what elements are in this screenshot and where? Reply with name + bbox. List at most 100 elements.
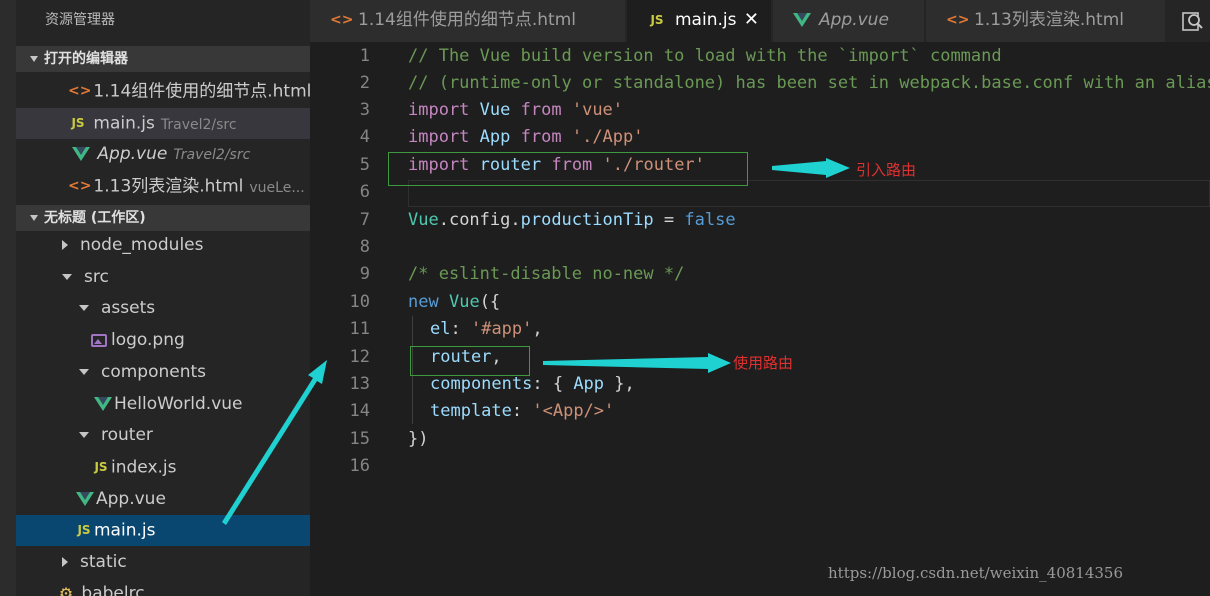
code-token: Vue: [479, 100, 511, 120]
code-line-10: new Vue({: [408, 289, 500, 316]
js-icon: JS: [77, 523, 91, 537]
tree-file-index-js[interactable]: JS index.js: [16, 452, 310, 483]
tree-folder-static[interactable]: static: [16, 547, 310, 578]
open-editor-name: 1.13列表渲染.html: [93, 176, 244, 197]
tree-folder-router[interactable]: router: [16, 420, 310, 451]
vue-icon: [793, 13, 811, 27]
workspace-header[interactable]: 无标题 (工作区): [16, 205, 310, 231]
tree-item-label: logo.png: [111, 330, 185, 350]
tree-item-label: .babelrc: [76, 583, 145, 596]
tree-item-label: components: [101, 362, 207, 382]
tab-1-14-html[interactable]: <> 1.14组件使用的细节点.html: [310, 0, 626, 42]
chevron-right-icon: [62, 557, 68, 567]
tab-label: main.js: [675, 10, 737, 30]
line-number: 16: [349, 456, 370, 476]
open-editor-item-1-13-html[interactable]: <> 1.13列表渲染.html vueLe...: [16, 171, 310, 202]
tree-file-helloworld-vue[interactable]: HelloWorld.vue: [16, 389, 310, 420]
tab-label: 1.14组件使用的细节点.html: [358, 10, 576, 30]
code-line-3: import Vue from 'vue': [408, 97, 623, 124]
image-file-icon: [91, 333, 107, 347]
close-icon[interactable]: ✕: [744, 0, 759, 40]
html-icon: <>: [68, 178, 92, 194]
code-editor[interactable]: 1 2 3 4 5 6 7 8 9 10 11 12 13 14 15 16 /…: [310, 42, 1210, 596]
code-token: App: [479, 127, 511, 147]
tree-item-label: main.js: [94, 520, 156, 541]
code-token: template: [430, 401, 512, 421]
chevron-down-icon: [30, 56, 38, 62]
search-icon[interactable]: [1180, 8, 1206, 34]
line-number: 11: [349, 319, 370, 339]
code-token: false: [684, 210, 736, 230]
code-token: el: [430, 319, 451, 339]
editor-tab-bar: <> 1.14组件使用的细节点.html JS main.js ✕ App.vue …: [310, 0, 1210, 42]
vue-icon: [94, 397, 112, 411]
code-line-7: Vue.config.productionTip = false: [408, 207, 736, 234]
code-line-1: // The Vue build version to load with th…: [408, 46, 1002, 66]
code-token: =: [653, 210, 685, 230]
watermark: https://blog.csdn.net/weixin_40814356: [828, 564, 1124, 582]
tree-folder-assets[interactable]: assets: [16, 293, 310, 324]
chevron-down-icon: [79, 305, 89, 311]
code-token: import: [408, 127, 470, 147]
code-token: import: [408, 100, 470, 120]
line-number: 5: [359, 155, 370, 175]
open-editors-header[interactable]: 打开的编辑器: [16, 46, 310, 72]
import-router-annotation: 引入路由: [856, 161, 917, 179]
html-icon: <>: [330, 12, 354, 28]
code-token: '<App/>': [532, 401, 615, 421]
activity-bar-edge: [0, 0, 16, 596]
code-token: from: [520, 127, 562, 147]
tree-folder-components[interactable]: components: [16, 357, 310, 388]
open-editors-label: 打开的编辑器: [44, 51, 128, 67]
chevron-down-icon: [79, 369, 89, 375]
code-token: 'vue': [571, 100, 624, 120]
code-token: .config.: [438, 210, 521, 230]
tree-file-babelrc[interactable]: ⚙ .babelrc: [16, 578, 310, 596]
tab-main-js[interactable]: JS main.js ✕: [627, 0, 772, 42]
line-number: 2: [359, 73, 370, 93]
tab-1-13-html[interactable]: <> 1.13列表渲染.html: [926, 0, 1166, 42]
tree-item-label: HelloWorld.vue: [114, 394, 243, 414]
code-token: App: [573, 374, 605, 394]
open-editor-item-main-js[interactable]: JS main.js Travel2/src: [16, 108, 310, 139]
code-token: './App': [571, 127, 644, 147]
tab-app-vue[interactable]: App.vue: [773, 0, 925, 42]
open-editor-path: Travel2/src: [160, 116, 237, 133]
line-number: 8: [359, 237, 370, 257]
tree-folder-src[interactable]: src: [16, 262, 310, 293]
html-icon: <>: [946, 12, 970, 28]
code-token: },: [604, 374, 635, 394]
open-editor-item-1-14-html[interactable]: <> 1.14组件使用的细节点.html: [16, 76, 310, 107]
code-line-14: template: '<App/>': [430, 398, 614, 425]
code-token: '#app': [470, 319, 533, 339]
js-icon: JS: [71, 116, 85, 130]
tree-folder-node-modules[interactable]: node_modules: [16, 230, 310, 261]
line-number: 12: [349, 347, 370, 367]
tree-file-main-js[interactable]: JS main.js: [16, 515, 310, 546]
tab-label: App.vue: [819, 10, 889, 30]
tree-item-label: index.js: [111, 457, 177, 478]
line-number: 3: [359, 100, 370, 120]
use-router-annotation: 使用路由: [733, 354, 794, 372]
code-line-15: }): [408, 429, 429, 449]
js-icon: JS: [94, 460, 108, 474]
code-token: ({: [479, 292, 501, 312]
line-number: 10: [349, 292, 370, 312]
chevron-down-icon: [30, 215, 38, 221]
explorer-sidebar: 资源管理器 打开的编辑器 <> 1.14组件使用的细节点.html JS mai…: [0, 0, 310, 596]
tree-file-app-vue[interactable]: App.vue: [16, 484, 310, 515]
line-number: 14: [349, 401, 370, 421]
open-editor-name: 1.14组件使用的细节点.html: [93, 81, 310, 102]
tree-file-logo-png[interactable]: logo.png: [16, 325, 310, 356]
code-token: from: [520, 100, 562, 120]
tree-item-label: App.vue: [96, 489, 166, 509]
code-token: :: [450, 319, 471, 339]
code-token: Vue: [408, 210, 439, 230]
open-editor-item-app-vue[interactable]: App.vue Travel2/src: [16, 139, 310, 170]
vue-icon: [72, 147, 90, 161]
open-editor-path: vueLe...: [249, 179, 305, 196]
workspace-label: 无标题 (工作区): [44, 210, 146, 226]
explorer-title: 资源管理器: [45, 12, 115, 28]
code-token: : {: [532, 374, 574, 394]
code-token: :: [511, 401, 533, 421]
